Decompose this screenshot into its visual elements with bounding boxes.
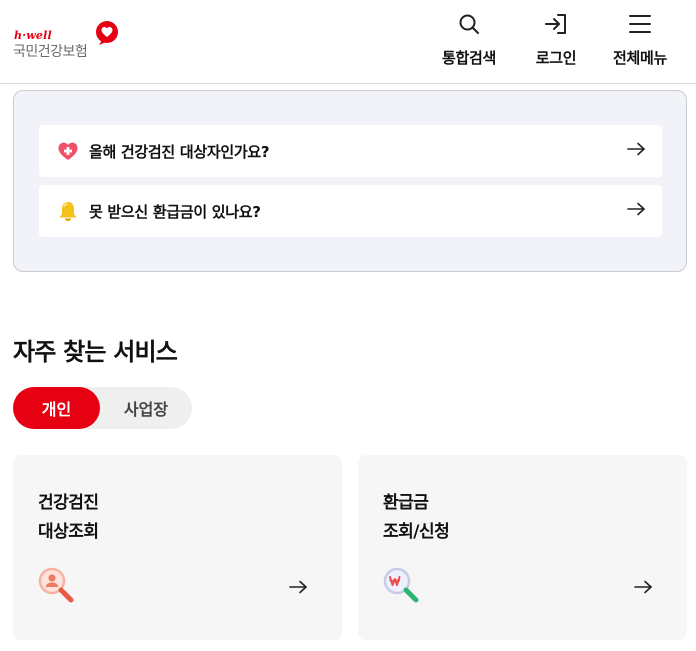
menu-icon: [629, 15, 651, 33]
service-card-title: 환급금 조회/신청: [383, 489, 450, 547]
services-title: 자주 찾는 서비스: [13, 338, 178, 366]
service-card-refund[interactable]: 환급금 조회/신청: [358, 455, 687, 640]
person-search-icon: [38, 567, 74, 603]
header-menu-label: 전체메뉴: [612, 49, 667, 67]
service-card-title-line2: 대상조회: [38, 522, 99, 542]
nhis-logo[interactable]: h·well 국민건강보험: [13, 20, 123, 62]
header-login-button[interactable]: 로그인: [528, 0, 584, 84]
site-header: h·well 국민건강보험 통합검색 로그인 전체메뉴: [0, 0, 696, 84]
arrow-right-icon: [627, 202, 645, 216]
header-menu-button[interactable]: 전체메뉴: [604, 0, 676, 84]
header-search-label: 통합검색: [441, 49, 496, 67]
service-card-checkup[interactable]: 건강검진 대상조회: [13, 455, 342, 640]
service-card-title-line2: 조회/신청: [383, 522, 450, 542]
notice-item-checkup[interactable]: 올해 건강검진 대상자인가요?: [39, 125, 662, 177]
login-icon: [545, 14, 566, 34]
tab-personal[interactable]: 개인: [13, 387, 100, 429]
notice-text-refund: 못 받으신 환급금이 있나요?: [89, 202, 261, 221]
heart-medical-icon: [58, 142, 78, 160]
won-search-icon: [383, 567, 419, 603]
arrow-right-icon: [634, 580, 652, 594]
arrow-right-icon: [289, 580, 307, 594]
header-login-label: 로그인: [535, 49, 577, 67]
notice-text-checkup: 올해 건강검진 대상자인가요?: [89, 142, 270, 161]
tab-business[interactable]: 사업장: [100, 387, 192, 429]
bell-icon: [59, 202, 77, 221]
arrow-right-icon: [627, 142, 645, 156]
logo-name: 국민건강보험: [13, 44, 88, 60]
notice-item-refund[interactable]: 못 받으신 환급금이 있나요?: [39, 185, 662, 237]
service-card-title-line1: 건강검진: [38, 493, 99, 513]
notice-panel: 올해 건강검진 대상자인가요? 못 받으신 환급금이 있나요?: [13, 90, 687, 272]
service-card-title-line1: 환급금: [383, 493, 429, 513]
service-card-title: 건강검진 대상조회: [38, 489, 99, 547]
logo-mark-icon: [96, 21, 118, 45]
search-icon: [459, 14, 479, 34]
services-tab-group: 사업장 개인: [13, 387, 192, 429]
header-search-button[interactable]: 통합검색: [436, 0, 502, 84]
